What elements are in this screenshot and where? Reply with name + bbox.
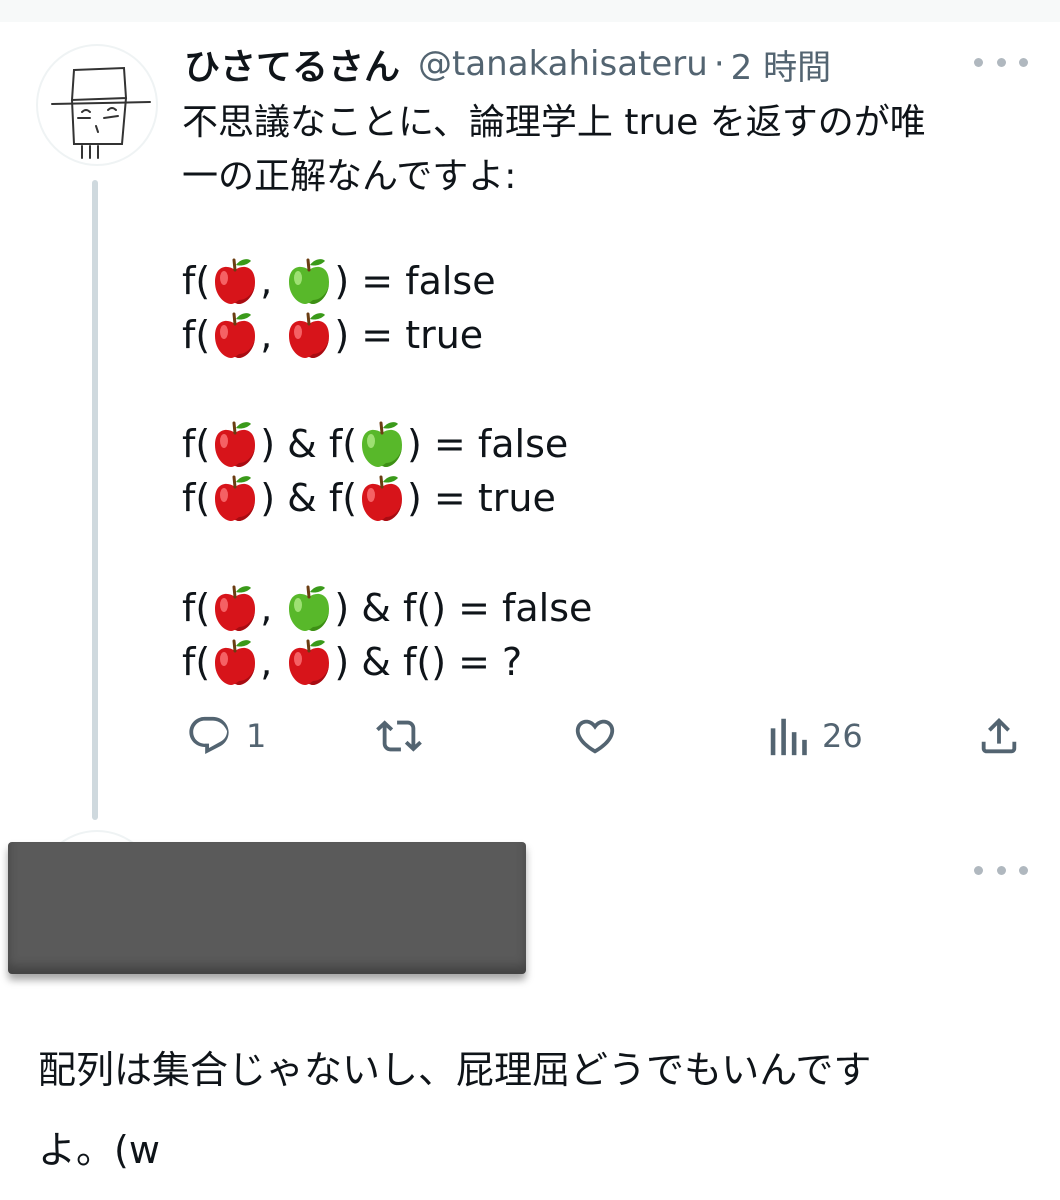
code-text: , <box>260 313 285 357</box>
like-button[interactable] <box>572 704 632 768</box>
red-apple-icon <box>211 583 259 633</box>
code-line: f(, ) = true <box>182 308 483 362</box>
reply-text-line: 配列は集合じゃないし、屁理屈どうでもいんです <box>38 1048 872 1092</box>
code-line: f(, ) & f() = false <box>182 581 592 635</box>
tweet-text-line: 不思議なことに、論理学上 true を返すのが唯 <box>182 102 926 143</box>
code-text: , <box>260 586 285 630</box>
code-text: ) & f() = false <box>334 586 593 630</box>
code-line: f( ) & f( ) = false <box>182 417 568 471</box>
code-text: ) & f( <box>260 476 358 520</box>
red-apple-icon <box>211 637 259 687</box>
green-apple-icon <box>358 419 406 469</box>
code-text: ) = true <box>407 476 556 520</box>
top-strip <box>0 0 1060 22</box>
views-button[interactable]: 26 <box>768 704 863 768</box>
code-text: , <box>260 259 285 303</box>
like-icon <box>575 719 615 754</box>
reply-text-line: よ。(w <box>38 1128 160 1172</box>
code-line: f( ) & f( ) = true <box>182 471 556 525</box>
code-text: f( <box>182 640 211 684</box>
tweet-text-line: 一の正解なんですよ: <box>182 156 517 197</box>
code-text: , <box>260 640 285 684</box>
reply-icon <box>189 716 229 754</box>
red-apple-icon <box>358 473 406 523</box>
red-apple-icon <box>285 637 333 687</box>
reply-text: 配列は集合じゃないし、屁理屈どうでもいんです よ。(w <box>38 1030 1038 1190</box>
red-apple-icon <box>211 473 259 523</box>
avatar-sketch-icon <box>51 66 151 159</box>
code-text: f( <box>182 313 211 357</box>
retweet-button[interactable] <box>376 704 436 768</box>
code-text: f( <box>182 422 211 466</box>
thread-line <box>92 180 98 820</box>
separator-dot: · <box>713 44 725 84</box>
green-apple-icon <box>285 256 333 306</box>
red-apple-icon <box>211 419 259 469</box>
code-text: f( <box>182 476 211 520</box>
user-handle[interactable]: @tanakahisateru <box>418 44 708 84</box>
code-text: ) = false <box>407 422 569 466</box>
retweet-icon <box>376 720 422 752</box>
green-apple-icon <box>285 583 333 633</box>
more-icon[interactable] <box>974 44 1028 80</box>
code-text: f( <box>182 259 211 303</box>
reply-count: 1 <box>246 717 267 755</box>
redacted-header <box>8 842 526 974</box>
code-text: ) & f() = ? <box>334 640 523 684</box>
code-text: f( <box>182 586 211 630</box>
code-line: f(, ) & f() = ? <box>182 635 522 689</box>
reply-button[interactable]: 1 <box>186 704 266 768</box>
code-line: f(, ) = false <box>182 254 496 308</box>
tweet-header: ひさてるさん @tanakahisateru · 2 時間 <box>184 40 831 88</box>
views-count: 26 <box>822 717 863 755</box>
red-apple-icon <box>211 310 259 360</box>
code-text: ) = true <box>334 313 484 357</box>
views-icon <box>770 718 807 756</box>
code-text: ) = false <box>334 259 496 303</box>
tweet-text: 不思議なことに、論理学上 true を返すのが唯 一の正解なんですよ: <box>182 96 1022 204</box>
share-icon <box>981 717 1017 754</box>
more-icon[interactable] <box>974 852 1028 888</box>
timestamp[interactable]: 2 時間 <box>731 40 831 89</box>
code-text: ) & f( <box>260 422 358 466</box>
red-apple-icon <box>211 256 259 306</box>
share-button[interactable] <box>976 704 1022 768</box>
red-apple-icon <box>285 310 333 360</box>
action-bar: 1 26 <box>180 704 1030 768</box>
display-name[interactable]: ひさてるさん <box>184 38 400 90</box>
avatar[interactable] <box>36 44 158 166</box>
